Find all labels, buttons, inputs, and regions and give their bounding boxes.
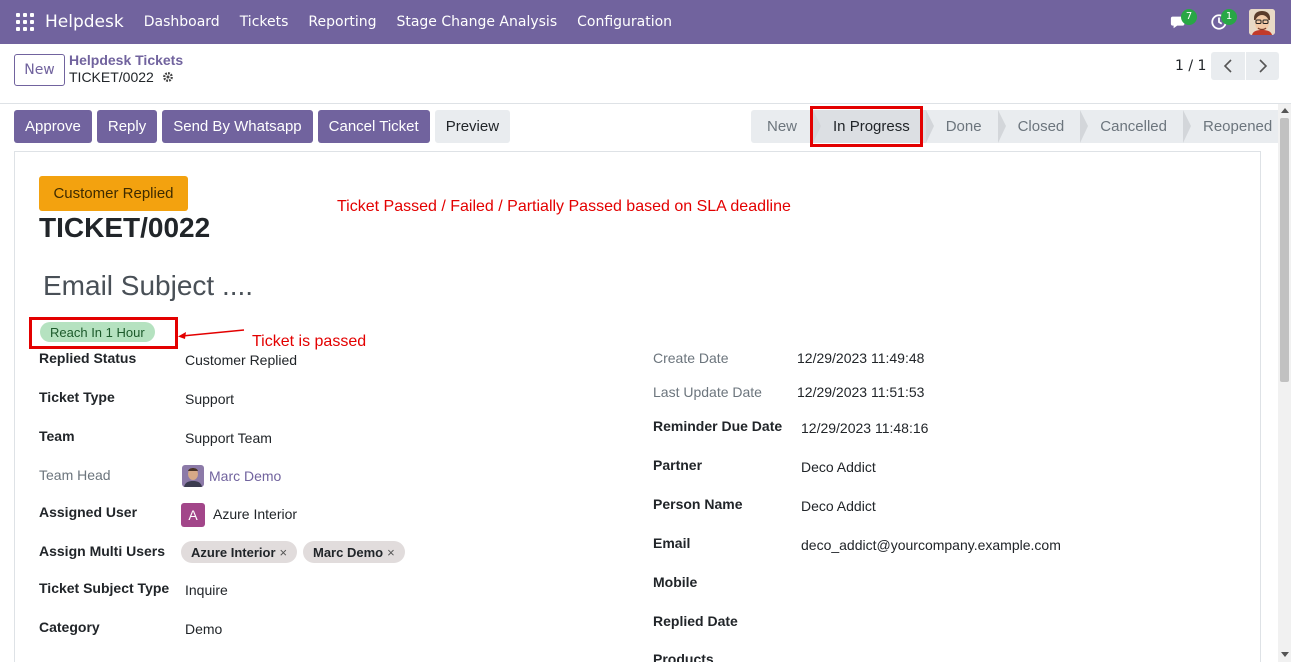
- sla-highlight-annotation: [29, 317, 178, 349]
- cancel-ticket-button[interactable]: Cancel Ticket: [317, 110, 430, 143]
- scrollbar-thumb[interactable]: [1280, 118, 1289, 382]
- mobile-label: Mobile: [653, 574, 698, 590]
- category-value[interactable]: Demo: [185, 621, 222, 637]
- page-scrollbar[interactable]: [1278, 104, 1291, 662]
- app-menu-icon[interactable]: [16, 13, 34, 31]
- team-value[interactable]: Support Team: [185, 430, 272, 446]
- reminder-due-date-value[interactable]: 12/29/2023 11:48:16: [801, 420, 928, 436]
- status-badge: Customer Replied: [39, 176, 188, 211]
- remove-tag-icon[interactable]: ×: [387, 545, 395, 560]
- category-label: Category: [39, 619, 100, 635]
- reply-button[interactable]: Reply: [96, 110, 158, 143]
- gear-icon[interactable]: [162, 71, 174, 83]
- subject-type-label: Ticket Subject Type: [39, 580, 170, 596]
- stage-closed[interactable]: Closed: [998, 110, 1088, 143]
- multi-user-tag-label: Azure Interior: [191, 544, 276, 560]
- scroll-down-icon[interactable]: [1281, 652, 1289, 657]
- person-name-value[interactable]: Deco Addict: [801, 498, 876, 514]
- menu-configuration[interactable]: Configuration: [577, 14, 672, 30]
- scroll-up-icon[interactable]: [1281, 108, 1289, 113]
- menu-stage-change-analysis[interactable]: Stage Change Analysis: [396, 14, 557, 30]
- user-avatar-icon: [1249, 9, 1275, 35]
- multi-user-tag-label: Marc Demo: [313, 544, 384, 560]
- multi-user-tag[interactable]: Azure Interior ×: [181, 541, 298, 563]
- replied-date-field[interactable]: [801, 615, 1101, 633]
- app-brand[interactable]: Helpdesk: [45, 12, 124, 32]
- email-subject-field[interactable]: Email Subject ....: [43, 270, 253, 302]
- pager-next-button[interactable]: [1245, 52, 1279, 80]
- create-date-label: Create Date: [653, 350, 729, 366]
- chevron-left-icon: [1223, 59, 1232, 73]
- top-navbar: Helpdesk Dashboard Tickets Reporting Sta…: [0, 0, 1291, 44]
- email-label: Email: [653, 535, 691, 551]
- partner-value[interactable]: Deco Addict: [801, 459, 876, 475]
- stage-reopened[interactable]: Reopened: [1183, 110, 1288, 143]
- create-date-value: 12/29/2023 11:49:48: [797, 350, 925, 366]
- action-buttons: Approve Reply Send By Whatsapp Cancel Ti…: [14, 110, 511, 143]
- replied-date-label: Replied Date: [653, 613, 738, 629]
- breadcrumb-current-label: TICKET/0022: [69, 69, 154, 85]
- ticket-number: TICKET/0022: [39, 212, 211, 243]
- stage-done[interactable]: Done: [926, 110, 1006, 143]
- team-head-value[interactable]: Marc Demo: [209, 468, 281, 484]
- assigned-user-value[interactable]: Azure Interior: [213, 506, 297, 522]
- chevron-right-icon: [1258, 59, 1267, 73]
- mobile-field[interactable]: [801, 576, 1101, 594]
- person-avatar-icon: [182, 465, 204, 487]
- replied-status-label: Replied Status: [39, 350, 137, 366]
- control-panel: New Helpdesk Tickets TICKET/0022 1 / 1: [0, 44, 1291, 104]
- last-update-value: 12/29/2023 11:51:53: [797, 384, 925, 400]
- messages-count-badge: 7: [1181, 9, 1197, 25]
- ticket-type-label: Ticket Type: [39, 389, 115, 405]
- menu-tickets[interactable]: Tickets: [240, 14, 289, 30]
- partner-label: Partner: [653, 457, 703, 473]
- team-head-label: Team Head: [39, 467, 111, 483]
- team-head-avatar: [182, 465, 204, 487]
- pager-previous-button[interactable]: [1211, 52, 1245, 80]
- assigned-user-label: Assigned User: [39, 504, 138, 520]
- products-label: Products: [653, 651, 714, 662]
- menu-reporting[interactable]: Reporting: [308, 14, 376, 30]
- annotation-ticket-passed: Ticket is passed: [252, 333, 367, 350]
- email-value[interactable]: deco_addict@yourcompany.example.com: [801, 537, 1061, 553]
- breadcrumb-current: TICKET/0022: [69, 69, 174, 85]
- multi-users-label: Assign Multi Users: [39, 543, 166, 559]
- stage-new[interactable]: New: [751, 110, 822, 143]
- multi-user-tag[interactable]: Marc Demo ×: [303, 541, 405, 563]
- stage-highlight-annotation: [810, 106, 923, 147]
- new-button[interactable]: New: [14, 54, 65, 86]
- activities-count-badge: 1: [1221, 9, 1237, 25]
- remove-tag-icon[interactable]: ×: [280, 545, 288, 560]
- annotation-arrow-icon: [178, 329, 245, 339]
- team-label: Team: [39, 428, 75, 444]
- preview-button[interactable]: Preview: [434, 110, 511, 143]
- annotation-sla-note: Ticket Passed / Failed / Partially Passe…: [337, 198, 791, 215]
- subject-type-value[interactable]: Inquire: [185, 582, 228, 598]
- replied-status-value[interactable]: Customer Replied: [185, 352, 297, 368]
- approve-button[interactable]: Approve: [14, 110, 92, 143]
- send-whatsapp-button[interactable]: Send By Whatsapp: [162, 110, 313, 143]
- messages-button[interactable]: 7: [1159, 0, 1199, 44]
- last-update-label: Last Update Date: [653, 384, 762, 400]
- pager-value[interactable]: 1 / 1: [1175, 58, 1206, 74]
- person-name-label: Person Name: [653, 496, 743, 512]
- stage-cancelled[interactable]: Cancelled: [1080, 110, 1191, 143]
- activities-button[interactable]: 1: [1199, 0, 1239, 44]
- breadcrumb-parent[interactable]: Helpdesk Tickets: [69, 52, 183, 68]
- menu-dashboard[interactable]: Dashboard: [144, 14, 220, 30]
- ticket-type-value[interactable]: Support: [185, 391, 234, 407]
- reminder-due-date-label: Reminder Due Date: [653, 418, 783, 434]
- assigned-user-avatar: A: [181, 503, 205, 527]
- user-avatar[interactable]: [1249, 9, 1275, 35]
